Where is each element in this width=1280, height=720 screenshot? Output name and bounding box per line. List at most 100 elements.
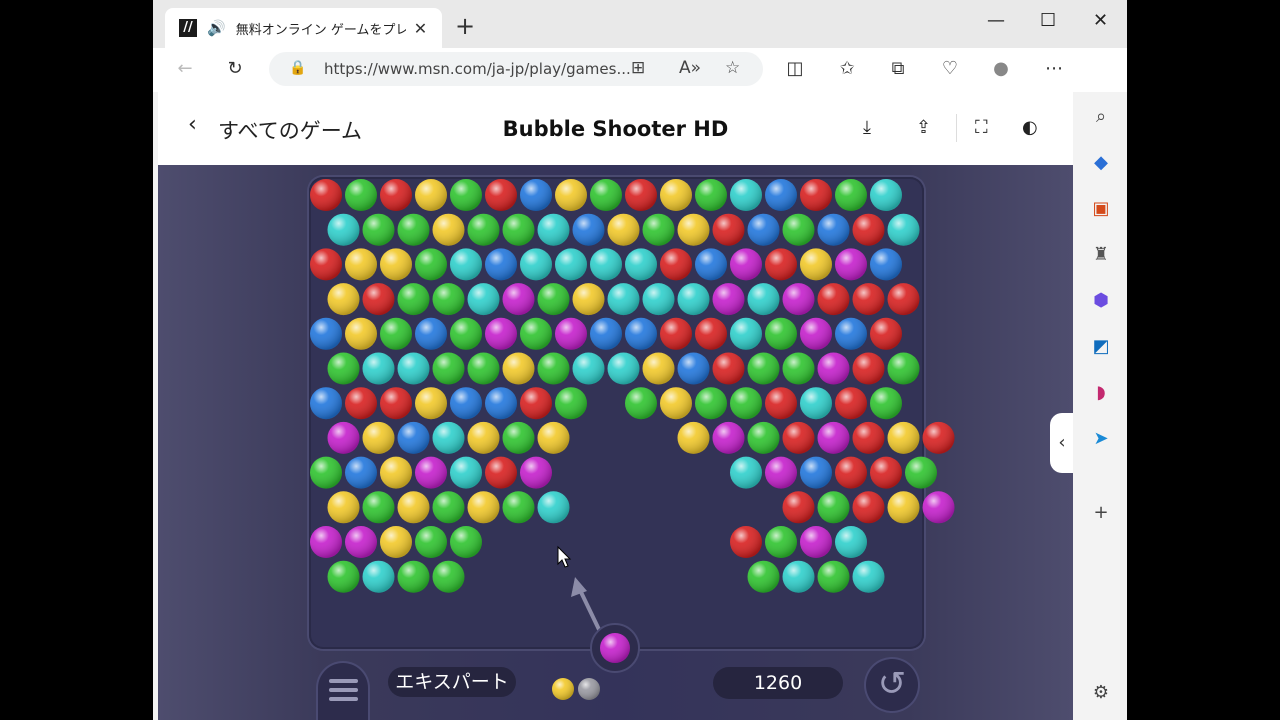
bubble	[835, 387, 867, 420]
bubble	[887, 213, 920, 246]
more-menu-icon[interactable]: ⋯	[1042, 58, 1066, 79]
bubble	[800, 248, 832, 281]
bubble	[782, 421, 815, 454]
fullscreen-icon[interactable]: ⛶	[975, 117, 988, 138]
share-icon[interactable]: ⇪	[916, 117, 931, 138]
bubble	[555, 317, 587, 350]
bubble	[870, 248, 902, 281]
bubble	[765, 456, 797, 489]
browser-tab[interactable]: // 🔊 無料オンライン ゲームをプレイ | M ✕	[165, 8, 442, 48]
bubble	[800, 387, 832, 420]
chess-icon[interactable]: ♜	[1090, 244, 1112, 265]
toolbox-icon[interactable]: ▣	[1090, 198, 1112, 219]
difficulty-label: エキスパート	[388, 667, 516, 697]
bubble	[712, 352, 745, 385]
favorites-icon[interactable]: ✩	[835, 58, 859, 79]
bubble-layer	[310, 179, 955, 700]
bubble	[730, 526, 762, 558]
bubble	[397, 352, 430, 385]
back-arrow-icon[interactable]: ←	[173, 58, 197, 79]
url-text[interactable]: https://www.msn.com/ja-jp/play/games...	[324, 60, 631, 78]
bubble	[765, 317, 797, 350]
game-canvas[interactable]: エキスパート 1260 ↺	[158, 165, 1073, 720]
bubble	[730, 387, 762, 420]
bubble	[747, 421, 780, 454]
outlook-icon[interactable]: ◩	[1090, 336, 1112, 357]
bubble	[432, 560, 465, 593]
collections-icon[interactable]: ⧉	[886, 58, 910, 79]
bubble	[327, 352, 360, 385]
shooter-bubble	[600, 633, 630, 663]
bubble	[327, 283, 360, 316]
send-icon[interactable]: ➤	[1090, 428, 1112, 449]
bubble	[712, 283, 745, 316]
bubble	[485, 456, 517, 489]
bubble	[852, 352, 885, 385]
bubble	[660, 179, 692, 211]
restart-icon[interactable]: ↺	[866, 659, 918, 711]
close-window-button[interactable]: ✕	[1093, 10, 1108, 31]
bubble	[362, 283, 395, 316]
bubble	[537, 283, 570, 316]
maximize-button[interactable]: ☐	[1040, 10, 1056, 31]
game-header: ‹ すべてのゲーム Bubble Shooter HD ⤓ ⇪ ⛶ ◐	[158, 92, 1073, 165]
bubble	[782, 213, 815, 246]
copilot-icon[interactable]: ⬢	[1090, 290, 1112, 311]
tag-icon[interactable]: ◆	[1090, 152, 1112, 173]
bubble	[572, 352, 605, 385]
refresh-icon[interactable]: ↻	[223, 58, 247, 79]
bubble	[607, 352, 640, 385]
app-available-icon[interactable]: ⊞	[631, 58, 645, 78]
bubble	[432, 213, 465, 246]
bubble	[852, 283, 885, 316]
bubble	[432, 491, 465, 524]
new-tab-button[interactable]: +	[455, 12, 475, 40]
bubble	[870, 456, 902, 489]
favorite-star-icon[interactable]: ☆	[725, 58, 740, 78]
bubble	[467, 213, 500, 246]
split-screen-icon[interactable]: ◫	[783, 58, 807, 79]
bubble	[432, 421, 465, 454]
bubble	[730, 317, 762, 350]
sidebar-collapse-toggle[interactable]: ‹	[1050, 413, 1074, 473]
bubble	[800, 526, 832, 558]
bubble	[537, 491, 570, 524]
close-tab-icon[interactable]: ✕	[414, 19, 427, 38]
bubble	[905, 456, 937, 489]
search-icon[interactable]: ⌕	[1090, 106, 1112, 127]
profile-avatar[interactable]: ●	[989, 58, 1013, 79]
bubble	[537, 213, 570, 246]
bubble	[922, 421, 955, 454]
settings-icon[interactable]: ⚙	[1090, 682, 1112, 703]
bubble	[362, 560, 395, 593]
bubble	[695, 317, 727, 350]
address-bar[interactable]: 🔒 https://www.msn.com/ja-jp/play/games..…	[269, 52, 763, 86]
next-bubble	[552, 678, 574, 700]
lock-icon[interactable]: 🔒	[289, 60, 306, 76]
bubble	[782, 560, 815, 593]
read-aloud-icon[interactable]: A»	[679, 58, 701, 78]
bubble	[625, 179, 657, 211]
bubble	[397, 283, 430, 316]
designer-icon[interactable]: ◗	[1090, 382, 1112, 403]
bubble	[852, 560, 885, 593]
browser-window: // 🔊 無料オンライン ゲームをプレイ | M ✕ + — ☐ ✕ ← ↻ 🔒…	[153, 0, 1127, 720]
bubble	[310, 317, 342, 350]
bubble	[327, 491, 360, 524]
bubble	[660, 317, 692, 350]
minimize-button[interactable]: —	[987, 10, 1005, 31]
bubble	[310, 526, 342, 558]
bubble	[310, 248, 342, 281]
bubble	[590, 179, 622, 211]
bubble	[432, 352, 465, 385]
add-icon[interactable]: +	[1090, 502, 1112, 523]
menu-button[interactable]	[318, 663, 368, 720]
bubble	[660, 387, 692, 420]
browser-essentials-icon[interactable]: ♡	[938, 58, 962, 79]
bubble	[922, 491, 955, 524]
speaker-icon[interactable]: 🔊	[207, 19, 226, 37]
bubble	[327, 560, 360, 593]
bubble	[590, 317, 622, 350]
theme-contrast-icon[interactable]: ◐	[1022, 117, 1038, 138]
download-icon[interactable]: ⤓	[863, 117, 871, 138]
